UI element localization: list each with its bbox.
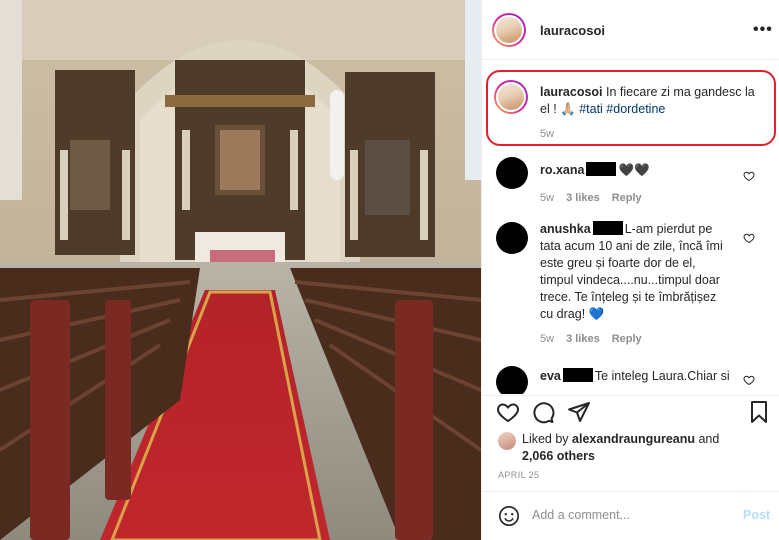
caption-username[interactable]: lauracosoi <box>540 85 603 99</box>
comment-likes[interactable]: 3 likes <box>566 333 600 345</box>
redaction-block <box>592 221 623 235</box>
comment-like-heart-icon[interactable] <box>743 374 755 386</box>
avatar[interactable] <box>492 13 526 47</box>
caption-hashtags[interactable]: #tati #dordetine <box>579 102 665 116</box>
reply-button[interactable]: Reply <box>612 192 642 204</box>
likes-and: and <box>698 432 720 446</box>
liker-avatar[interactable] <box>498 432 516 450</box>
comment-clip: eva Te inteleg Laura.Chiar si <box>482 360 779 394</box>
comment-like-heart-icon[interactable] <box>743 232 755 244</box>
likes-summary: Liked by alexandraungureanu and 2,066 ot… <box>522 431 762 465</box>
post-date[interactable]: APRIL 25 <box>498 470 539 480</box>
liked-by-label: Liked by <box>522 432 569 446</box>
reply-button[interactable]: Reply <box>612 333 642 345</box>
caption-text: lauracosoi In fiecare zi ma gandesc la e… <box>540 84 770 118</box>
comment-likes[interactable]: 3 likes <box>566 192 600 204</box>
comment-time[interactable]: 5w <box>540 192 554 204</box>
caption-line1: In fiecare zi ma gandesc la <box>606 85 755 99</box>
comment-username[interactable]: ro.xana <box>540 163 584 177</box>
comment-text: eva Te inteleg Laura.Chiar si <box>540 368 730 385</box>
add-comment-bar: Add a comment... Post <box>482 491 779 540</box>
redaction-block <box>562 368 593 382</box>
comment-time[interactable]: 5w <box>540 333 554 345</box>
avatar[interactable] <box>496 366 528 394</box>
comment-line: trece. Te înțeleg și te îmbrățișez <box>540 290 717 304</box>
comment-input[interactable]: Add a comment... <box>532 508 630 522</box>
more-icon[interactable]: ••• <box>753 21 773 39</box>
post-comment-button[interactable]: Post <box>743 508 770 522</box>
caption-line2: el ! 🙏🏼 <box>540 102 580 116</box>
comment-text: anushka L-am pierdut pe tata acum 10 ani … <box>540 221 740 323</box>
comment-line: este greu și foarte dor de el, <box>540 256 696 270</box>
caption-time[interactable]: 5w <box>540 128 554 140</box>
heart-icon[interactable] <box>496 400 520 424</box>
redaction-block <box>586 162 617 176</box>
comment-body: Te inteleg Laura.Chiar si <box>594 369 730 383</box>
likes-others[interactable]: 2,066 others <box>522 449 595 463</box>
post-username[interactable]: lauracosoi <box>540 23 605 38</box>
comment-body: 🖤🖤 <box>618 163 650 177</box>
comment-line: timpul vindeca....nu...timpul doar <box>540 273 720 287</box>
post-header: lauracosoi ••• <box>482 0 779 60</box>
comment-meta: 5w 3 likes Reply <box>540 192 654 204</box>
caption-avatar[interactable] <box>494 80 528 114</box>
comment-line: L-am pierdut pe <box>624 222 713 236</box>
comment-text: ro.xana 🖤🖤 <box>540 162 650 179</box>
comment-line: tata acum 10 ani de zile, încă îmi <box>540 239 723 253</box>
post-photo[interactable] <box>0 0 481 540</box>
bookmark-icon[interactable] <box>748 400 770 424</box>
comment-like-heart-icon[interactable] <box>743 170 755 182</box>
comment-line: cu drag! 💙 <box>540 307 605 321</box>
comment-meta: 5w 3 likes Reply <box>540 333 654 345</box>
post-sidebar: lauracosoi ••• lauracosoi In fiecare zi … <box>481 0 779 540</box>
comment-username[interactable]: eva <box>540 369 561 383</box>
avatar[interactable] <box>496 157 528 189</box>
share-icon[interactable] <box>567 400 591 424</box>
comment-icon[interactable] <box>531 400 555 424</box>
liker-username[interactable]: alexandraungureanu <box>572 432 695 446</box>
avatar[interactable] <box>496 222 528 254</box>
comment-username[interactable]: anushka <box>540 222 591 236</box>
emoji-icon[interactable] <box>498 505 520 527</box>
church-interior-image <box>0 0 481 540</box>
